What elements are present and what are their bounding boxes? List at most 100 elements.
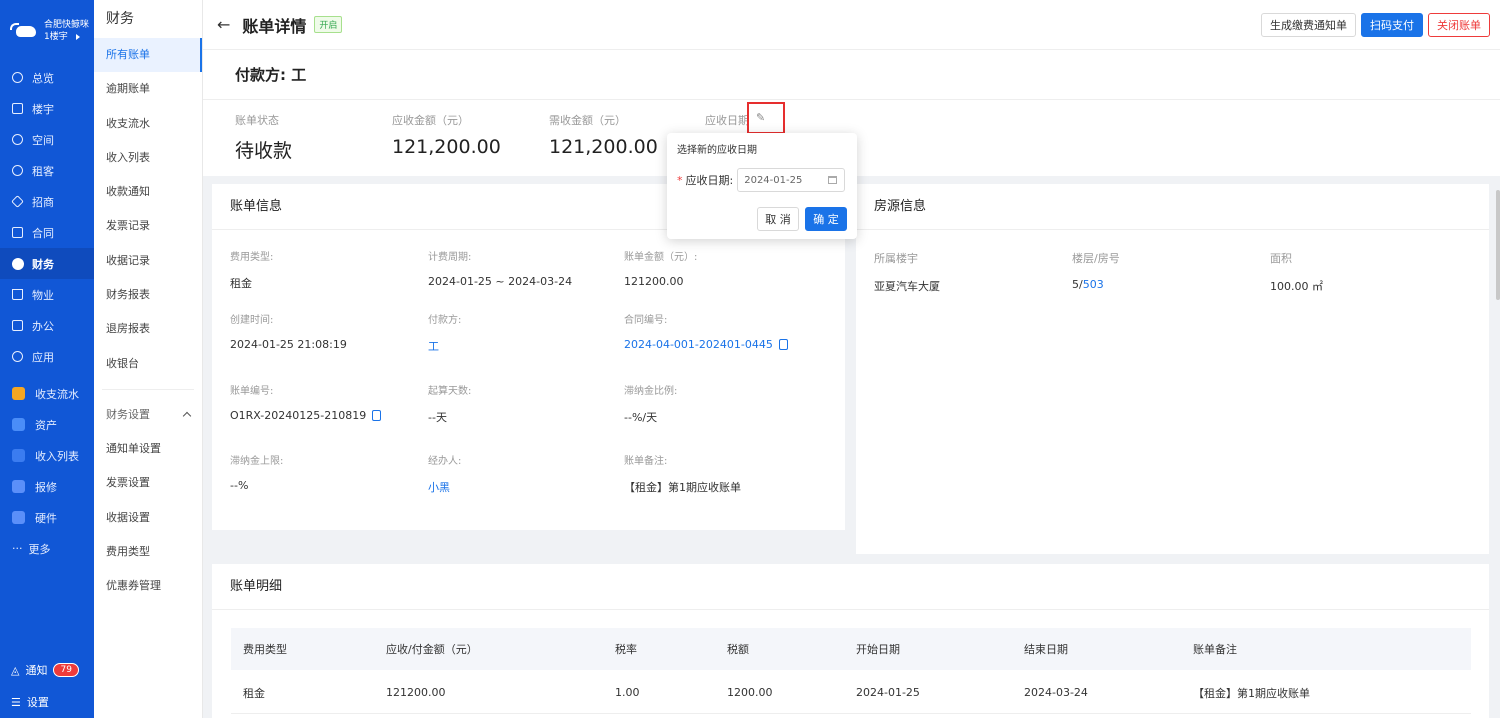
cube-icon: [11, 133, 24, 146]
app-item-assets[interactable]: 资产: [0, 409, 94, 440]
subnav-item-overdue[interactable]: 逾期账单: [94, 72, 202, 106]
summary-date: 应收日期: [705, 114, 749, 127]
subnav-item-invoice-settings[interactable]: 发票设置: [94, 466, 202, 500]
nav-item-finance[interactable]: 财务: [0, 248, 94, 279]
dashboard-icon: [11, 71, 24, 84]
scan-pay-button[interactable]: 扫码支付: [1361, 13, 1423, 37]
payer-link[interactable]: 工: [428, 338, 461, 354]
due-date-input[interactable]: 2024-01-25: [737, 168, 846, 192]
subnav-item-receipt-settings[interactable]: 收据设置: [94, 501, 202, 535]
app-icon: [11, 350, 24, 363]
caret-right-icon: [75, 34, 80, 40]
nav-item-apps[interactable]: 应用: [0, 341, 94, 372]
bill-detail-title: 账单明细: [212, 564, 1489, 610]
field-floor-room: 楼层/房号 5/503: [1072, 252, 1120, 291]
main-sidebar: 合肥快鲸咪 1楼宇 总览 楼宇 空间 租客 招商 合同 财务 物业 办公 应用 …: [0, 0, 94, 718]
subnav-item-income[interactable]: 收入列表: [94, 141, 202, 175]
finance-subnav: 财务 所有账单 逾期账单 收支流水 收入列表 收款通知 发票记录 收据记录 财务…: [94, 0, 203, 718]
highlight-box: [747, 102, 785, 134]
monitor-icon: [11, 319, 24, 332]
nav-item-tenant[interactable]: 租客: [0, 155, 94, 186]
notify-button[interactable]: ◬ 通知 79: [0, 654, 94, 686]
col-amount: 应收/付金额（元）: [386, 643, 478, 656]
field-remark: 账单备注: 【租金】第1期应收账单: [624, 456, 741, 494]
col-fee-type: 费用类型: [243, 643, 287, 656]
nav-item-property[interactable]: 物业: [0, 279, 94, 310]
nav-item-building[interactable]: 楼宇: [0, 93, 94, 124]
hardware-icon: [12, 511, 25, 524]
page-title: 账单详情: [242, 16, 307, 36]
need-amount: 121,200.00: [549, 136, 658, 158]
field-handler: 经办人: 小黑: [428, 456, 462, 495]
status-value: 待收款: [235, 140, 293, 162]
finance-icon: [11, 257, 24, 270]
field-period: 计费周期: 2024-01-25 ~ 2024-03-24: [428, 252, 573, 288]
copy-icon[interactable]: [372, 410, 382, 421]
confirm-button[interactable]: 确 定: [805, 207, 847, 231]
contract-link[interactable]: 2024-04-001-202401-0445: [624, 338, 773, 351]
subnav-item-report[interactable]: 财务报表: [94, 278, 202, 312]
page-header: ← 账单详情 开启 生成缴费通知单 扫码支付 关闭账单: [203, 0, 1500, 50]
menu-icon: ☰: [11, 695, 21, 709]
subnav-item-checkout[interactable]: 退房报表: [94, 312, 202, 346]
users-icon: [11, 164, 24, 177]
subnav-item-fee-types[interactable]: 费用类型: [94, 535, 202, 569]
contract-icon: [11, 226, 24, 239]
subnav-item-invoice[interactable]: 发票记录: [94, 209, 202, 243]
copy-icon[interactable]: [778, 339, 788, 350]
tag-icon: [11, 195, 24, 208]
subnav-group-settings[interactable]: 财务设置: [94, 398, 202, 432]
field-area: 面积 100.00 ㎡: [1270, 252, 1323, 293]
nav-item-contract[interactable]: 合同: [0, 217, 94, 248]
table-header: 费用类型 应收/付金额（元） 税率 税额 开始日期 结束日期 账单备注: [231, 628, 1471, 670]
app-item-hardware[interactable]: 硬件: [0, 502, 94, 533]
date-popover: 选择新的应收日期 * 应收日期: 2024-01-25 取 消 确 定: [667, 133, 857, 239]
home-icon: [11, 288, 24, 301]
field-fee-type: 费用类型: 租金: [230, 252, 274, 290]
cancel-button[interactable]: 取 消: [757, 207, 799, 231]
subnav-title: 财务: [106, 11, 134, 27]
app-item-more[interactable]: ··· 更多: [0, 533, 94, 564]
col-remark: 账单备注: [1193, 643, 1237, 656]
settings-button[interactable]: ☰ 设置: [0, 686, 94, 718]
nav-item-office[interactable]: 办公: [0, 310, 94, 341]
handler-link[interactable]: 小黑: [428, 479, 461, 495]
nav-item-space[interactable]: 空间: [0, 124, 94, 155]
app-item-repair[interactable]: 报修: [0, 471, 94, 502]
col-tax: 税额: [727, 643, 749, 656]
subnav-item-notice[interactable]: 收款通知: [94, 175, 202, 209]
subnav-item-cashflow[interactable]: 收支流水: [94, 107, 202, 141]
generate-notice-button[interactable]: 生成缴费通知单: [1261, 13, 1356, 37]
scrollbar[interactable]: [1496, 190, 1500, 300]
back-arrow-icon[interactable]: ←: [217, 15, 230, 34]
col-tax-rate: 税率: [615, 643, 637, 656]
main-content: ← 账单详情 开启 生成缴费通知单 扫码支付 关闭账单 付款方: 工 账单状态 …: [203, 0, 1500, 718]
nav-item-leasing[interactable]: 招商: [0, 186, 94, 217]
assets-icon: [12, 418, 25, 431]
subnav-item-notice-settings[interactable]: 通知单设置: [94, 432, 202, 466]
brand-switcher[interactable]: 合肥快鲸咪 1楼宇: [0, 0, 94, 62]
app-item-cashflow[interactable]: 收支流水: [0, 378, 94, 409]
house-info-title: 房源信息: [856, 184, 1489, 230]
cashflow-icon: [12, 387, 25, 400]
col-end: 结束日期: [1024, 643, 1068, 656]
subnav-item-coupons[interactable]: 优惠券管理: [94, 569, 202, 603]
building-icon: [11, 102, 24, 115]
field-contract: 合同编号: 2024-04-001-202401-0445: [624, 311, 788, 351]
field-days: 起算天数: --天: [428, 386, 472, 424]
nav-item-overview[interactable]: 总览: [0, 62, 94, 93]
status-badge: 开启: [314, 16, 343, 33]
divider: [102, 388, 194, 390]
field-late-cap: 滞纳金上限: --%: [230, 456, 284, 492]
app-item-income[interactable]: 收入列表: [0, 440, 94, 471]
subnav-item-cashier[interactable]: 收银台: [94, 347, 202, 381]
col-start: 开始日期: [856, 643, 900, 656]
house-info-card: 房源信息 所属楼宇 亚夏汽车大厦 楼层/房号 5/503 面积 100.00 ㎡: [856, 184, 1489, 554]
field-bill-no: 账单编号: O1RX-20240125-210819: [230, 382, 382, 422]
close-bill-button[interactable]: 关闭账单: [1428, 13, 1490, 37]
subnav-item-all-bills[interactable]: 所有账单: [94, 38, 202, 73]
room-link[interactable]: 503: [1083, 278, 1104, 291]
popover-title: 选择新的应收日期: [677, 145, 757, 156]
field-payer: 付款方: 工: [428, 315, 462, 354]
subnav-item-receipt[interactable]: 收据记录: [94, 244, 202, 278]
